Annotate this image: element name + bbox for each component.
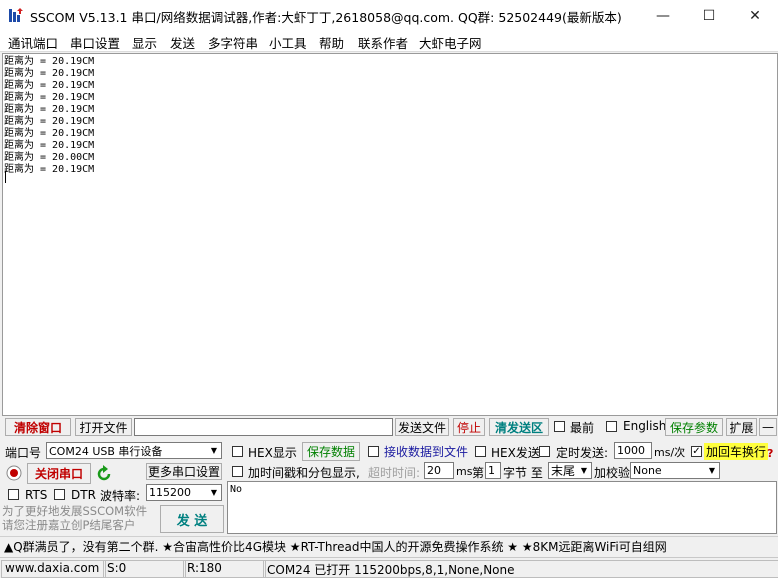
timeout-unit-label: ms bbox=[456, 465, 473, 478]
rts-label: RTS bbox=[25, 488, 48, 502]
add-crlf-label: 加回车换行 bbox=[704, 443, 769, 460]
status-bar: www.daxia.com S:0 R:180 COM24 已打开 115200… bbox=[0, 557, 778, 578]
menu-port-settings[interactable]: 串口设置 bbox=[70, 33, 120, 52]
window-title: SSCOM V5.13.1 串口/网络数据调试器,作者:大虾丁丁,2618058… bbox=[30, 10, 622, 25]
menu-send[interactable]: 发送 bbox=[170, 33, 195, 52]
receive-line: 距离为 = 20.19CM bbox=[4, 140, 95, 151]
end-select-value: 末尾 bbox=[551, 464, 576, 478]
receive-line: 距离为 = 20.19CM bbox=[4, 128, 95, 139]
dtr-label: DTR bbox=[71, 488, 96, 502]
checksum-select[interactable]: None ▼ bbox=[630, 462, 720, 479]
english-label: English bbox=[623, 419, 667, 433]
receive-area[interactable]: 距离为 = 20.19CM 距离为 = 20.19CM 距离为 = 20.19C… bbox=[2, 53, 778, 416]
text-caret bbox=[5, 171, 6, 183]
send-text: No bbox=[230, 484, 243, 495]
timeout-input[interactable]: 20 bbox=[424, 462, 454, 479]
timed-send-label: 定时发送: bbox=[556, 446, 609, 460]
receive-line: 距离为 = 20.19CM bbox=[4, 104, 95, 115]
port-label: 端口号 bbox=[5, 446, 42, 460]
menu-bar: 通讯端口 串口设置 显示 发送 多字符串 小工具 帮助 联系作者 大虾电子网 bbox=[0, 31, 778, 52]
open-file-button[interactable]: 打开文件 bbox=[75, 418, 132, 436]
status-received-count: R:180 bbox=[183, 560, 266, 578]
menu-tools[interactable]: 小工具 bbox=[269, 33, 307, 52]
receive-line: 距离为 = 20.19CM bbox=[4, 56, 95, 67]
news-ticker[interactable]: ▲Q群满员了，没有第二个群. ★合宙高性价比4G模块 ★RT-Thread中国人… bbox=[0, 536, 778, 554]
english-checkbox[interactable] bbox=[606, 421, 617, 432]
receive-line: 距离为 = 20.19CM bbox=[4, 116, 95, 127]
menu-daxia-site[interactable]: 大虾电子网 bbox=[419, 33, 482, 52]
promo-text: 为了更好地发展SSCOM软件 请您注册嘉立创P结尾客户 bbox=[2, 504, 148, 532]
timeout-label: 超时时间: bbox=[368, 466, 421, 480]
app-logo-icon bbox=[8, 7, 24, 23]
always-on-top-label: 最前 bbox=[570, 421, 595, 435]
more-port-settings-button[interactable]: 更多串口设置 bbox=[146, 463, 222, 480]
close-button[interactable]: ✕ bbox=[732, 0, 778, 31]
clear-send-button[interactable]: 清发送区 bbox=[489, 418, 549, 436]
menu-comm-port[interactable]: 通讯端口 bbox=[8, 33, 58, 52]
send-file-button[interactable]: 发送文件 bbox=[395, 418, 449, 436]
hex-send-label: HEX发送 bbox=[491, 446, 540, 460]
menu-contact[interactable]: 联系作者 bbox=[358, 33, 408, 52]
receive-line: 距离为 = 20.19CM bbox=[4, 80, 95, 91]
maximize-button[interactable]: ☐ bbox=[686, 0, 732, 31]
end-select[interactable]: 末尾 ▼ bbox=[548, 462, 592, 479]
status-site-link[interactable]: www.daxia.com bbox=[1, 560, 106, 578]
always-on-top-checkbox[interactable] bbox=[554, 421, 565, 432]
stop-button[interactable]: 停止 bbox=[453, 418, 485, 436]
hex-send-checkbox[interactable] bbox=[475, 446, 486, 457]
chevron-down-icon: ▼ bbox=[210, 488, 218, 497]
save-data-button[interactable]: 保存数据 bbox=[302, 442, 360, 461]
ticker-text: ▲Q群满员了，没有第二个群. ★合宙高性价比4G模块 ★RT-Thread中国人… bbox=[4, 540, 667, 554]
baud-value: 115200 bbox=[149, 486, 191, 499]
receive-line: 距离为 = 20.19CM bbox=[4, 92, 95, 103]
status-port-state: COM24 已打开 115200bps,8,1,None,None bbox=[263, 560, 778, 578]
checksum-label: 加校验 bbox=[594, 466, 631, 480]
byte-to-label: 字节 至 bbox=[503, 466, 543, 480]
checksum-value: None bbox=[633, 464, 662, 477]
interval-unit-label: ms/次 bbox=[654, 446, 686, 459]
receive-line: 距离为 = 20.00CM bbox=[4, 152, 95, 163]
dtr-checkbox[interactable] bbox=[54, 489, 65, 500]
help-icon[interactable]: ? bbox=[767, 447, 773, 460]
menu-multi-string[interactable]: 多字符串 bbox=[208, 33, 258, 52]
chevron-down-icon: ▼ bbox=[210, 446, 218, 455]
record-icon bbox=[6, 465, 22, 481]
receive-line: 距离为 = 20.19CM bbox=[4, 68, 95, 79]
clear-window-button[interactable]: 清除窗口 bbox=[5, 418, 71, 436]
menu-help[interactable]: 帮助 bbox=[319, 33, 344, 52]
baud-select[interactable]: 115200 ▼ bbox=[146, 484, 222, 501]
byte-index-input[interactable]: 1 bbox=[485, 462, 501, 479]
add-crlf-checkbox[interactable]: ✓ bbox=[691, 446, 702, 457]
menu-display[interactable]: 显示 bbox=[132, 33, 157, 52]
status-sent-count: S:0 bbox=[103, 560, 186, 578]
timed-send-checkbox[interactable] bbox=[539, 446, 550, 457]
chevron-down-icon: ▼ bbox=[708, 466, 716, 475]
send-textarea[interactable]: No bbox=[227, 481, 777, 534]
save-params-button[interactable]: 保存参数 bbox=[665, 418, 723, 436]
receive-line: 距离为 = 20.19CM bbox=[4, 164, 95, 175]
timestamp-checkbox[interactable] bbox=[232, 466, 243, 477]
refresh-icon[interactable] bbox=[95, 465, 113, 483]
title-bar: SSCOM V5.13.1 串口/网络数据调试器,作者:大虾丁丁,2618058… bbox=[0, 0, 778, 31]
byte-from-label: 第 bbox=[472, 466, 485, 480]
collapse-button[interactable]: — bbox=[759, 418, 777, 436]
timestamp-label: 加时间戳和分包显示, bbox=[248, 466, 360, 480]
hex-display-checkbox[interactable] bbox=[232, 446, 243, 457]
recv-to-file-label[interactable]: 接收数据到文件 bbox=[384, 443, 468, 460]
file-path-input[interactable] bbox=[134, 418, 393, 436]
rts-checkbox[interactable] bbox=[8, 489, 19, 500]
interval-input[interactable]: 1000 bbox=[614, 442, 652, 459]
port-value: COM24 USB 串行设备 bbox=[49, 444, 163, 458]
expand-button[interactable]: 扩展 bbox=[726, 418, 757, 436]
recv-to-file-checkbox[interactable] bbox=[368, 446, 379, 457]
port-select[interactable]: COM24 USB 串行设备 ▼ bbox=[46, 442, 222, 459]
baud-label: 波特率: bbox=[100, 489, 141, 503]
send-button[interactable]: 发 送 bbox=[160, 505, 224, 533]
minimize-button[interactable]: — bbox=[640, 0, 686, 31]
chevron-down-icon: ▼ bbox=[580, 466, 588, 475]
hex-display-label: HEX显示 bbox=[248, 446, 297, 460]
close-port-button[interactable]: 关闭串口 bbox=[27, 463, 91, 484]
